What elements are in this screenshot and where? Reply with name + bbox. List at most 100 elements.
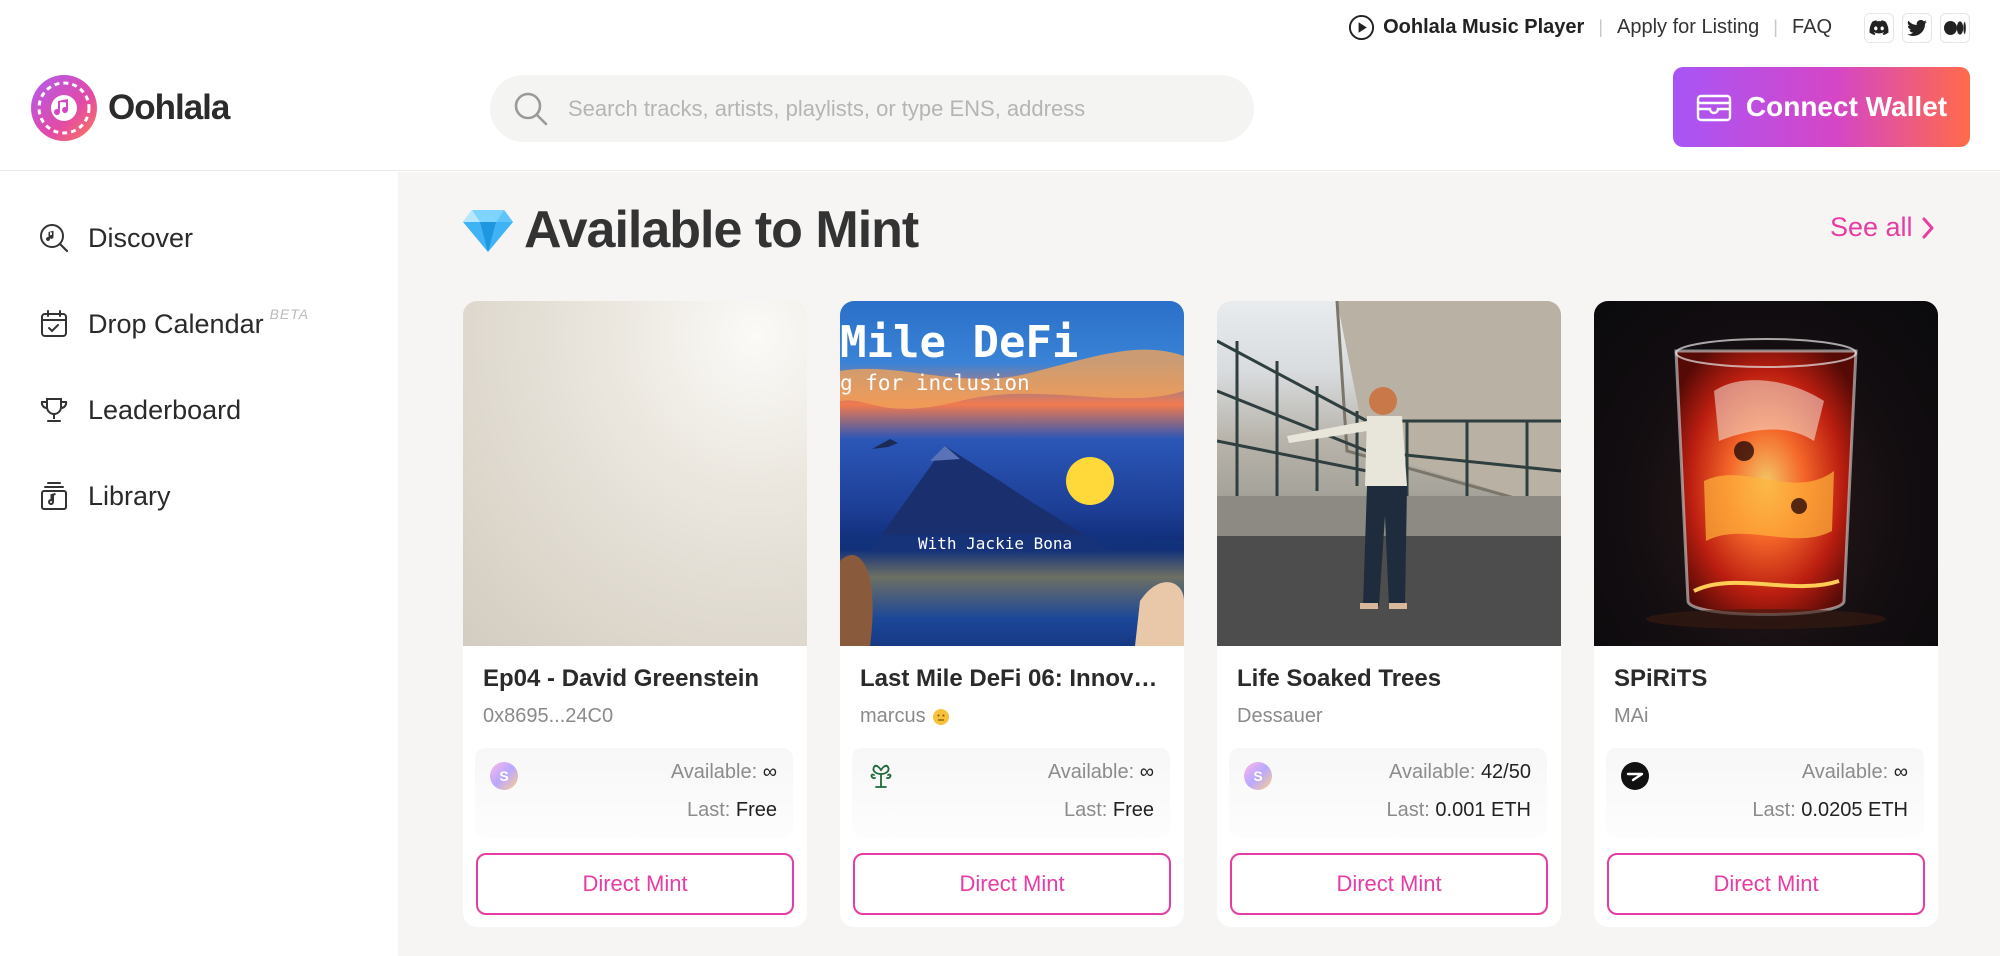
- search-bar[interactable]: [490, 75, 1254, 142]
- availability: Available: ∞: [1801, 761, 1908, 783]
- beta-badge: BETA: [269, 306, 310, 322]
- mint-info: Available: ∞ Last: Free: [852, 748, 1170, 838]
- artist-label: marcus: [860, 705, 926, 727]
- mint-card[interactable]: Life Soaked Trees Dessauer S Available: …: [1217, 301, 1561, 927]
- mint-card[interactable]: Ep04 - David Greenstein 0x8695...24C0 S …: [463, 301, 807, 927]
- music-player-label: Oohlala Music Player: [1383, 15, 1585, 38]
- see-all-label: See all: [1830, 212, 1913, 242]
- artist-name[interactable]: marcus: [860, 705, 950, 728]
- cover-art-caption: With Jackie Bona: [918, 534, 1073, 553]
- direct-mint-button[interactable]: Direct Mint: [853, 853, 1171, 915]
- cover-art-illustration: [1217, 301, 1561, 646]
- mint-info: S Available: 42/50 Last: 0.001 ETH: [1229, 748, 1547, 838]
- search-input[interactable]: [568, 95, 1208, 122]
- artist-name[interactable]: MAi: [1614, 705, 1648, 728]
- apply-listing-link[interactable]: Apply for Listing: [1617, 16, 1759, 39]
- utility-links: Oohlala Music Player | Apply for Listing…: [1348, 12, 1832, 42]
- svg-text:S: S: [499, 768, 508, 784]
- play-circle-icon: [1349, 14, 1375, 40]
- music-player-link[interactable]: Oohlala Music Player: [1348, 14, 1584, 41]
- main-content: Available to Mint See all Ep04 - David G…: [398, 172, 2000, 956]
- direct-mint-button[interactable]: Direct Mint: [1607, 853, 1925, 915]
- wallet-icon: [1696, 94, 1732, 122]
- separator: |: [1773, 16, 1778, 37]
- cover-art-illustration: [1646, 338, 1886, 629]
- artist-label: MAi: [1614, 705, 1649, 727]
- gem-icon: [463, 210, 513, 252]
- availability-value: 42/50: [1480, 761, 1531, 783]
- last-price-value: 0.001 ETH: [1435, 799, 1531, 821]
- header: Oohlala Connect Wallet: [0, 54, 2000, 171]
- last-price: Last: Free: [686, 799, 777, 821]
- discord-link[interactable]: [1864, 13, 1894, 43]
- connect-wallet-label: Connect Wallet: [1745, 91, 1948, 122]
- emoji-icon: [932, 708, 949, 725]
- faq-link[interactable]: FAQ: [1792, 16, 1832, 39]
- cover-art[interactable]: Mile DeFi g for inclusion With Jackie Bo…: [840, 301, 1184, 646]
- calendar-icon: [41, 310, 67, 337]
- last-price-value: 0.0205 ETH: [1801, 799, 1908, 821]
- connect-wallet-button[interactable]: Connect Wallet: [1673, 67, 1970, 147]
- direct-mint-button[interactable]: Direct Mint: [476, 853, 794, 915]
- track-title[interactable]: Last Mile DeFi 06: Innovat...: [860, 665, 1170, 693]
- discord-icon: [1869, 20, 1889, 36]
- see-all-link[interactable]: See all: [1830, 212, 1935, 243]
- availability-value: ∞: [762, 761, 777, 783]
- last-price-value: Free: [735, 799, 777, 821]
- trophy-icon: [40, 398, 68, 422]
- artist-name[interactable]: Dessauer: [1237, 705, 1323, 728]
- oohlala-logo-icon: [31, 75, 97, 141]
- social-links: [1864, 13, 1970, 43]
- mint-info: Available: ∞ Last: 0.0205 ETH: [1606, 748, 1924, 838]
- cover-art-heading: Mile DeFi: [840, 317, 1079, 368]
- artist-label: 0x8695...24C0: [483, 705, 614, 727]
- search-icon: [514, 92, 548, 125]
- separator: |: [1598, 16, 1603, 37]
- tree-icon: [870, 764, 892, 788]
- sidebar-item-label: Library: [88, 480, 171, 511]
- availability-value: ∞: [1893, 761, 1908, 783]
- twitter-link[interactable]: [1902, 13, 1932, 43]
- direct-mint-button[interactable]: Direct Mint: [1230, 853, 1548, 915]
- medium-icon: [1944, 21, 1966, 35]
- sidebar-item-label: Drop Calendar: [88, 308, 264, 339]
- availability: Available: ∞: [1047, 761, 1154, 783]
- sidebar-item-leaderboard[interactable]: Leaderboard: [38, 394, 241, 426]
- sidebar-item-drop-calendar[interactable]: Drop Calendar BETA: [38, 306, 310, 340]
- svg-text:S: S: [1253, 768, 1262, 784]
- track-title[interactable]: Life Soaked Trees: [1237, 665, 1547, 693]
- artist-name[interactable]: 0x8695...24C0: [483, 705, 613, 728]
- cover-art[interactable]: [1594, 301, 1938, 646]
- mint-info: S Available: ∞ Last: Free: [475, 748, 793, 838]
- utility-bar: Oohlala Music Player | Apply for Listing…: [0, 0, 2000, 54]
- artist-label: Dessauer: [1237, 705, 1323, 727]
- music-search-icon: [40, 224, 69, 253]
- track-title[interactable]: SPiRiTS: [1614, 665, 1924, 693]
- last-price: Last: Free: [1063, 799, 1154, 821]
- library-icon: [41, 482, 67, 510]
- cover-art-subheading: g for inclusion: [840, 371, 1030, 395]
- cover-art[interactable]: [1217, 301, 1561, 646]
- medium-link[interactable]: [1940, 13, 1970, 43]
- brand-name: Oohlala: [108, 88, 230, 127]
- availability: Available: 42/50: [1389, 761, 1531, 783]
- cover-art[interactable]: [463, 301, 807, 646]
- track-title[interactable]: Ep04 - David Greenstein: [483, 665, 793, 693]
- sidebar-item-discover[interactable]: Discover: [38, 222, 193, 254]
- sound-icon: S: [1244, 762, 1272, 790]
- sidebar-item-label: Leaderboard: [88, 394, 242, 425]
- sound-icon: S: [490, 762, 518, 790]
- mint-card[interactable]: Mile DeFi g for inclusion With Jackie Bo…: [840, 301, 1184, 927]
- chevron-right-icon: [1922, 217, 1934, 238]
- sidebar: Discover Drop Calendar BETA Leaderboard …: [0, 172, 398, 956]
- sidebar-item-label: Discover: [88, 222, 194, 253]
- sidebar-item-library[interactable]: Library: [38, 480, 171, 512]
- section-title: Available to Mint: [524, 201, 919, 259]
- zora-icon: [1621, 762, 1649, 790]
- twitter-icon: [1907, 20, 1927, 36]
- section-header: Available to Mint: [462, 200, 919, 260]
- logo[interactable]: Oohlala: [30, 74, 230, 142]
- mint-card[interactable]: SPiRiTS MAi Available: ∞ Last: 0.0205 ET…: [1594, 301, 1938, 927]
- last-price: Last: 0.001 ETH: [1386, 799, 1531, 821]
- last-price: Last: 0.0205 ETH: [1752, 799, 1908, 821]
